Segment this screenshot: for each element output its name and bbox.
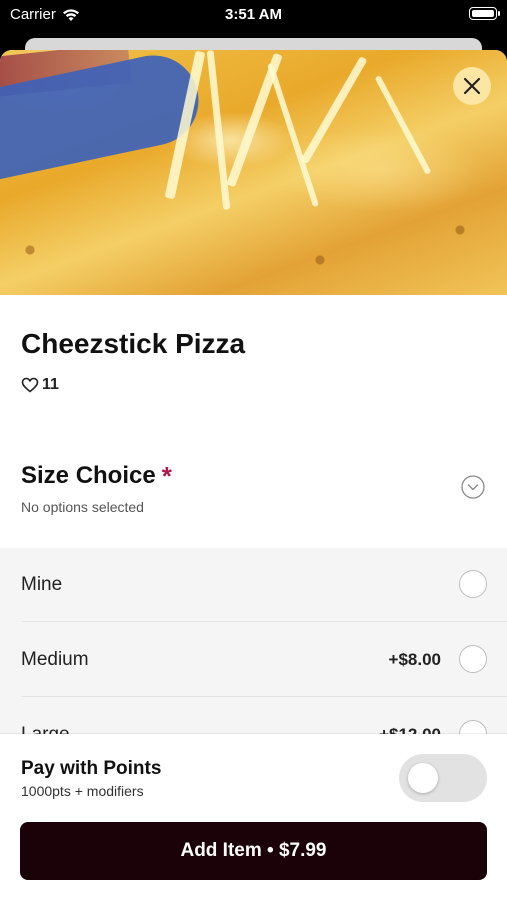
item-photo	[0, 50, 507, 295]
option-radio[interactable]	[459, 645, 487, 673]
pay-with-points-subtitle: 1000pts + modifiers	[21, 783, 144, 799]
pay-with-points-title: Pay with Points	[21, 758, 162, 779]
size-choice-title-text: Size Choice	[21, 462, 156, 489]
checkout-footer: Pay with Points 1000pts + modifiers Add …	[0, 734, 507, 900]
heart-icon	[21, 377, 39, 393]
option-price: +$8.00	[388, 650, 441, 669]
battery-icon	[469, 7, 500, 20]
close-button[interactable]	[453, 67, 491, 105]
like-button[interactable]: 11	[21, 376, 59, 394]
chevron-down-icon[interactable]	[461, 475, 485, 499]
close-icon	[463, 77, 481, 95]
divider	[21, 621, 507, 622]
size-option-mine[interactable]: Mine	[0, 548, 507, 622]
size-choice-title: Size Choice *	[21, 461, 172, 492]
option-label: Medium	[21, 649, 89, 670]
toggle-knob	[408, 763, 438, 793]
item-title: Cheezstick Pizza	[21, 328, 246, 359]
add-item-button[interactable]: Add Item • $7.99	[20, 822, 487, 880]
size-option-medium[interactable]: Medium +$8.00	[0, 623, 507, 697]
required-indicator: *	[161, 461, 172, 491]
divider	[21, 696, 507, 697]
like-count: 11	[42, 376, 59, 393]
size-choice-header[interactable]: Size Choice * No options selected	[0, 445, 507, 545]
option-radio[interactable]	[459, 570, 487, 598]
option-label: Mine	[21, 574, 63, 595]
pay-with-points-toggle[interactable]	[399, 754, 487, 802]
size-choice-subtitle: No options selected	[21, 499, 144, 515]
status-bar: Carrier 3:51 AM	[0, 0, 507, 30]
item-detail-sheet: Cheezstick Pizza 11 Size Choice * No opti…	[0, 50, 507, 900]
status-time: 3:51 AM	[225, 6, 282, 23]
